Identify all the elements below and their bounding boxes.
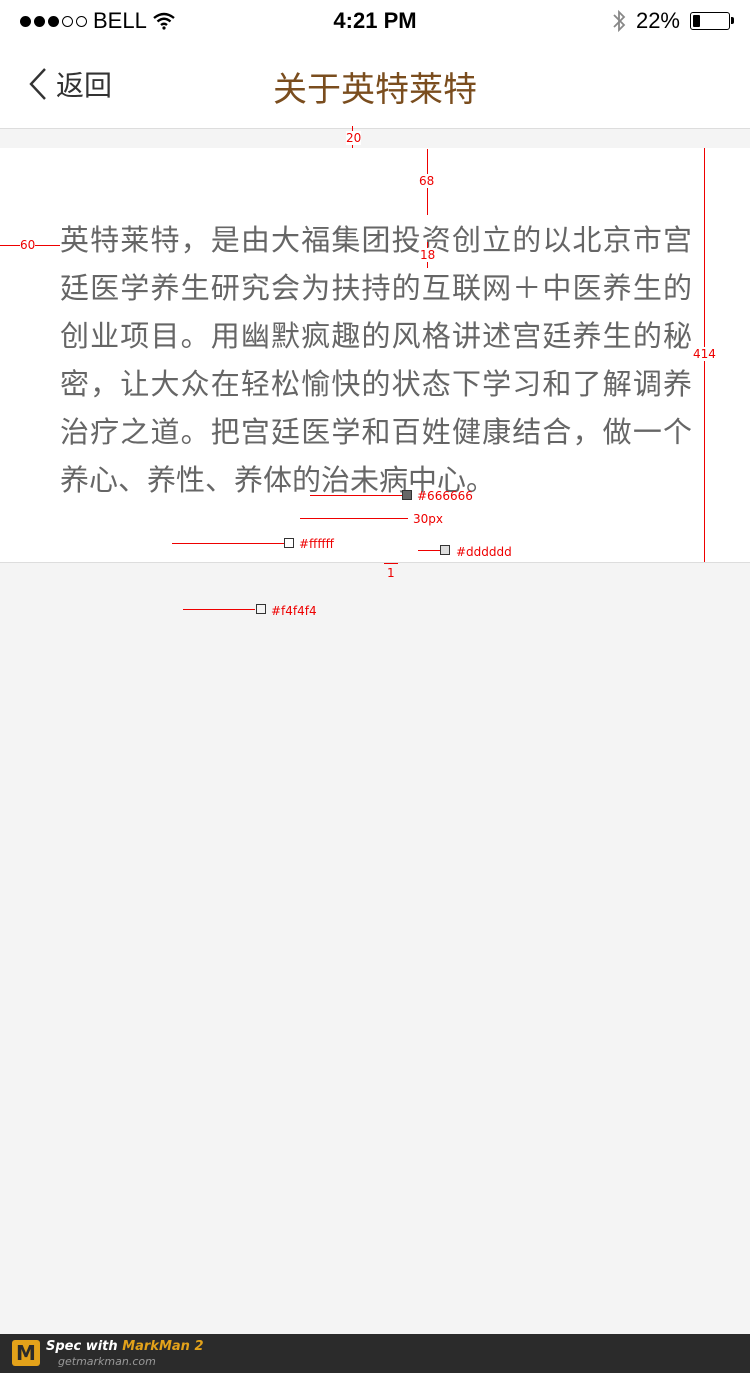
font-size-label: 30px — [413, 512, 443, 526]
border-color-label: #dddddd — [456, 545, 512, 559]
border-width-label: 1 — [387, 566, 395, 580]
footer-brand-prefix: Spec with — [46, 1339, 123, 1354]
text-color-label: #666666 — [417, 489, 473, 503]
status-bar: BELL 4:21 PM 22% — [0, 0, 750, 44]
card-bg-swatch — [284, 538, 294, 548]
markman-footer: M Spec with MarkMan 2 getmarkman.com — [0, 1334, 750, 1373]
about-card: 英特莱特，是由大福集团投资创立的以北京市宫廷医学养生研究会为扶持的互联网＋中医养… — [0, 148, 750, 563]
border-width-measure — [384, 563, 398, 564]
card-height-label: 414 — [693, 347, 716, 361]
text-color-swatch — [402, 490, 412, 500]
pad-left-label: 60 — [20, 238, 36, 252]
page-bg-swatch — [256, 604, 266, 614]
footer-url: getmarkman.com — [58, 1355, 156, 1368]
footer-brand: Spec with MarkMan 2 — [46, 1339, 204, 1354]
page-bg-leader — [183, 609, 255, 610]
card-bg-leader — [172, 543, 284, 544]
border-color-swatch — [440, 545, 450, 555]
status-right: 22% — [612, 8, 734, 34]
gap-top-label: 20 — [346, 131, 362, 145]
page-title: 关于英特莱特 — [273, 70, 477, 110]
battery-fill — [693, 15, 700, 27]
line-gap-label: 18 — [420, 248, 436, 262]
border-color-leader — [418, 550, 440, 551]
font-size-leader — [300, 518, 408, 519]
card-bg-label: #ffffff — [299, 537, 334, 551]
about-description: 英特莱特，是由大福集团投资创立的以北京市宫廷医学养生研究会为扶持的互联网＋中医养… — [60, 223, 692, 497]
text-color-leader — [310, 495, 402, 496]
battery-percent: 22% — [635, 8, 680, 33]
page-bg-label: #f4f4f4 — [271, 604, 317, 618]
navigation-bar: 返回 关于英特莱特 — [0, 44, 750, 129]
pad-top-label: 68 — [419, 174, 435, 188]
footer-brand-name: MarkMan 2 — [122, 1339, 204, 1354]
markman-logo: M — [12, 1340, 40, 1366]
battery-icon — [690, 12, 734, 30]
bluetooth-icon — [613, 9, 626, 33]
